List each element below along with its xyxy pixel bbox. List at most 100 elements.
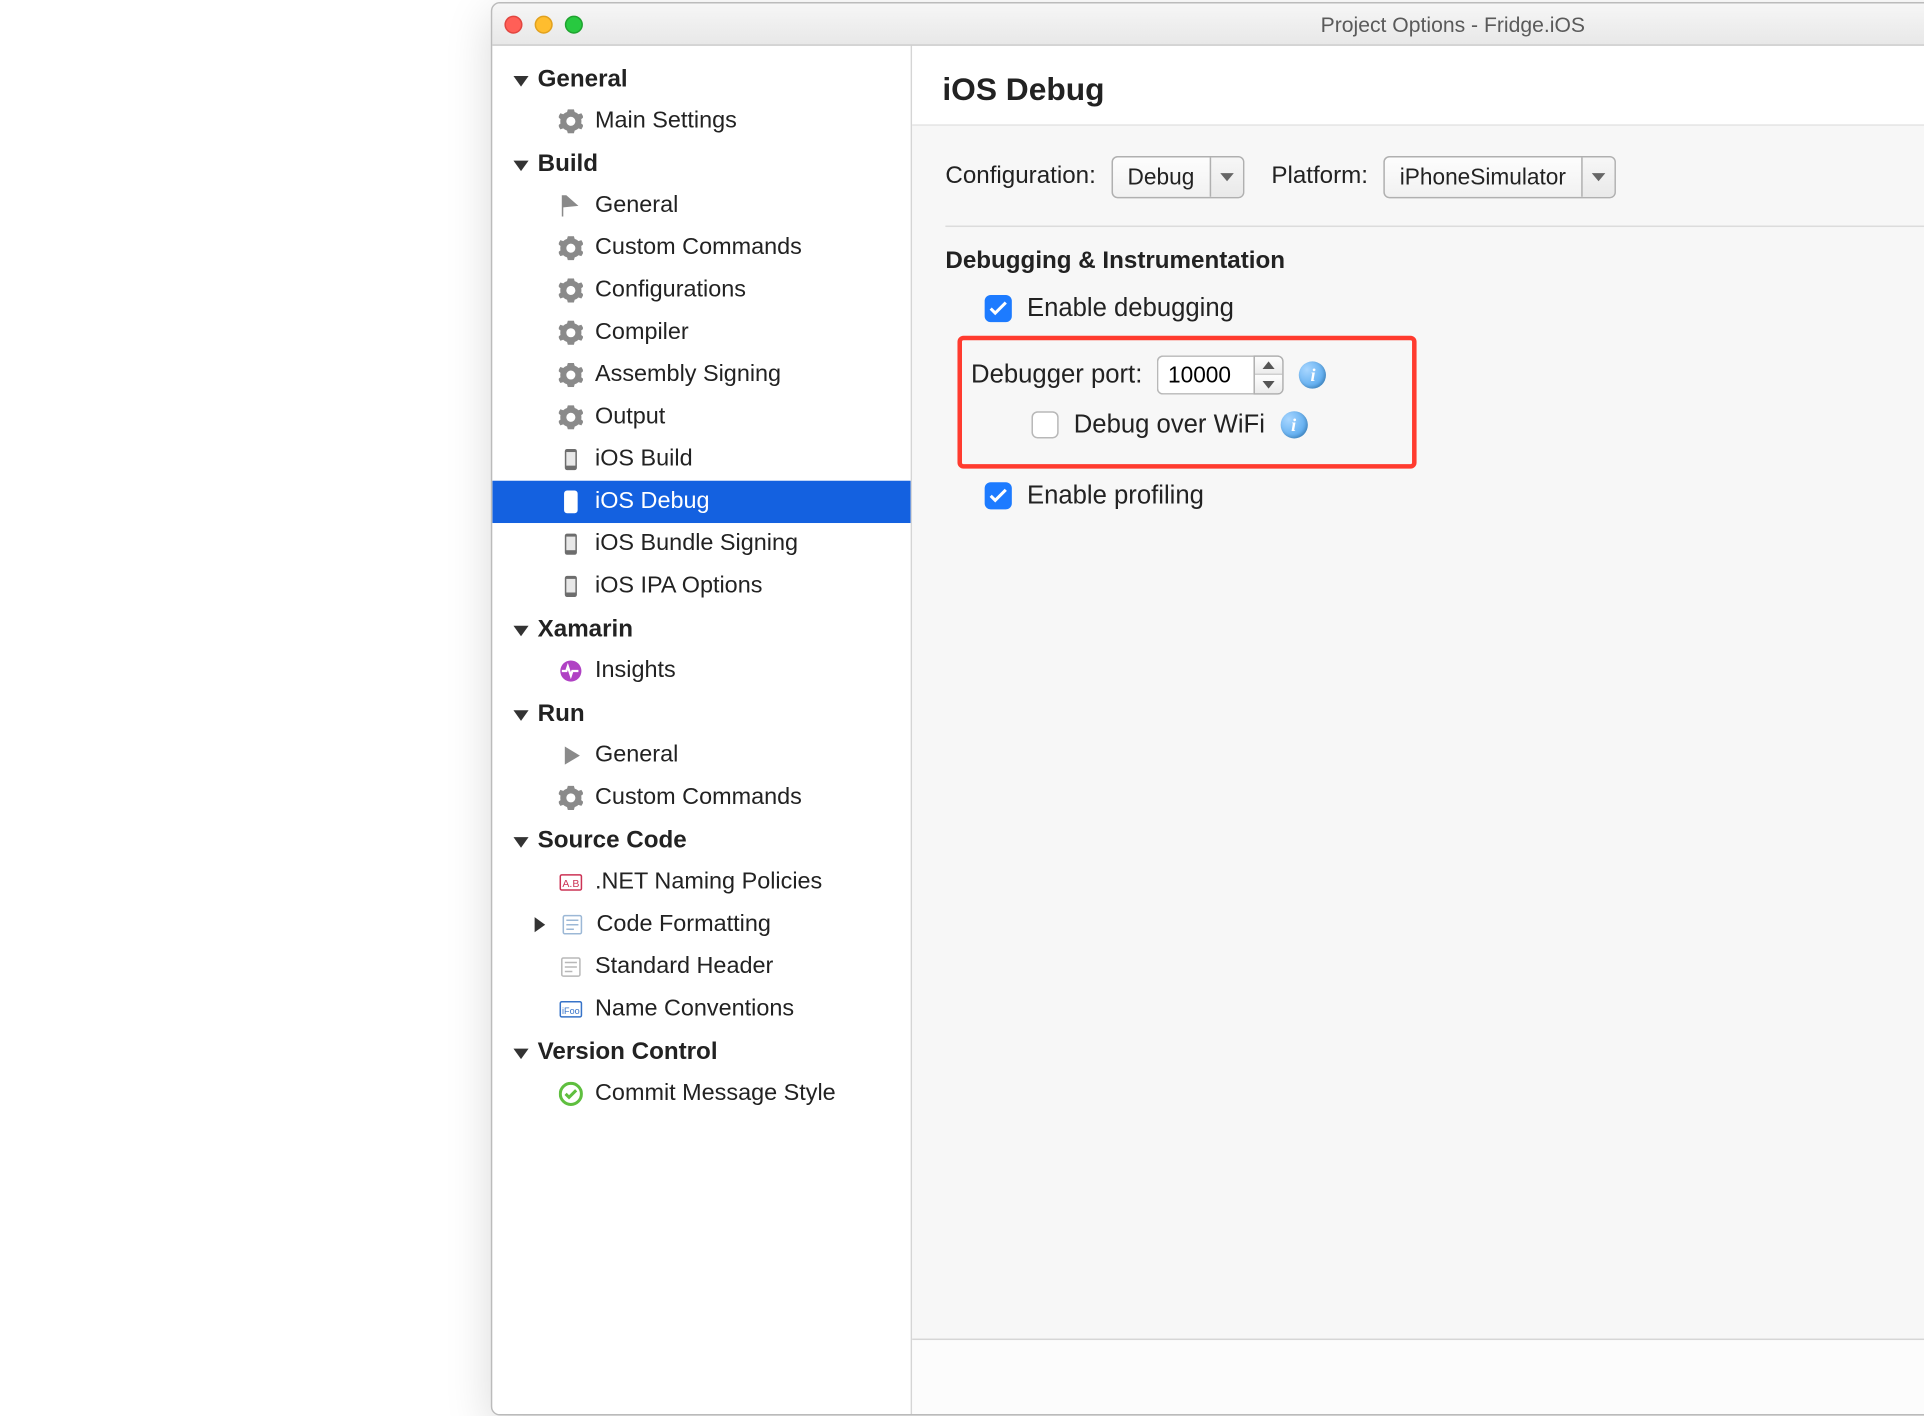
gear-icon bbox=[559, 109, 583, 133]
info-icon[interactable]: i bbox=[1280, 411, 1307, 438]
configuration-select[interactable]: Debug bbox=[1111, 156, 1244, 198]
sidebar-item-ios-build[interactable]: iOS Build bbox=[492, 438, 910, 480]
sidebar-item-label: iOS Build bbox=[595, 446, 693, 473]
flag-icon bbox=[559, 194, 583, 218]
project-options-window: Project Options - Fridge.iOS General Mai… bbox=[491, 2, 1924, 1416]
sidebar-item-label: Standard Header bbox=[595, 953, 773, 980]
debug-over-wifi-checkbox[interactable] bbox=[1031, 411, 1058, 438]
chevron-right-icon bbox=[535, 917, 546, 932]
sidebar: General Main Settings Build General Cust… bbox=[492, 46, 912, 1414]
sidebar-section-general[interactable]: General bbox=[492, 58, 910, 100]
sidebar-item-ios-bundle-signing[interactable]: iOS Bundle Signing bbox=[492, 523, 910, 565]
check-circle-icon bbox=[559, 1082, 583, 1106]
enable-debugging-row: Enable debugging bbox=[985, 293, 1924, 323]
section-label: Source Code bbox=[538, 828, 687, 855]
enable-profiling-row: Enable profiling bbox=[985, 481, 1924, 511]
sidebar-item-configurations[interactable]: Configurations bbox=[492, 269, 910, 311]
section-label: Run bbox=[538, 701, 585, 728]
pulse-icon bbox=[559, 659, 583, 683]
sidebar-item-label: Assembly Signing bbox=[595, 361, 781, 388]
footer: Cancel OK bbox=[912, 1339, 1924, 1415]
chevron-down-icon bbox=[513, 1048, 528, 1059]
document-icon bbox=[560, 913, 584, 937]
stepper-down-button[interactable] bbox=[1256, 375, 1283, 393]
debugger-port-input[interactable] bbox=[1157, 355, 1254, 394]
gear-icon bbox=[559, 236, 583, 260]
chevron-down-icon bbox=[513, 160, 528, 171]
platform-select[interactable]: iPhoneSimulator bbox=[1383, 156, 1616, 198]
gear-icon bbox=[559, 321, 583, 345]
enable-debugging-label: Enable debugging bbox=[1027, 293, 1234, 323]
sidebar-item-run-custom-commands[interactable]: Custom Commands bbox=[492, 777, 910, 819]
sidebar-item-commit-message-style[interactable]: Commit Message Style bbox=[492, 1073, 910, 1115]
sidebar-section-source-code[interactable]: Source Code bbox=[492, 819, 910, 861]
sidebar-item-custom-commands[interactable]: Custom Commands bbox=[492, 227, 910, 269]
enable-debugging-checkbox[interactable] bbox=[985, 295, 1012, 322]
sidebar-item-code-formatting[interactable]: Code Formatting bbox=[492, 904, 910, 946]
enable-profiling-label: Enable profiling bbox=[1027, 481, 1204, 511]
phone-icon bbox=[559, 532, 583, 556]
stepper-up-button[interactable] bbox=[1256, 357, 1283, 375]
svg-text:A.B: A.B bbox=[562, 878, 579, 890]
chevron-down-icon bbox=[513, 625, 528, 636]
sidebar-item-label: Output bbox=[595, 404, 665, 431]
chevron-down-icon bbox=[513, 836, 528, 847]
titlebar: Project Options - Fridge.iOS bbox=[492, 4, 1924, 46]
debugger-port-row: Debugger port: i bbox=[971, 355, 1403, 394]
phone-icon bbox=[559, 574, 583, 598]
sidebar-section-run[interactable]: Run bbox=[492, 692, 910, 734]
sidebar-item-label: General bbox=[595, 742, 678, 769]
sidebar-item-label: .NET Naming Policies bbox=[595, 869, 822, 896]
sidebar-item-ios-ipa-options[interactable]: iOS IPA Options bbox=[492, 565, 910, 607]
sidebar-item-compiler[interactable]: Compiler bbox=[492, 312, 910, 354]
main-content: Configuration: Debug Platform: iPhoneSim… bbox=[912, 126, 1924, 1339]
sidebar-item-label: Code Formatting bbox=[597, 911, 771, 938]
sidebar-item-output[interactable]: Output bbox=[492, 396, 910, 438]
debug-over-wifi-row: Debug over WiFi i bbox=[1031, 410, 1403, 440]
sidebar-item-label: Commit Message Style bbox=[595, 1080, 836, 1107]
main-header: iOS Debug bbox=[912, 46, 1924, 126]
section-label: Version Control bbox=[538, 1040, 718, 1067]
sidebar-item-insights[interactable]: Insights bbox=[492, 650, 910, 692]
sidebar-item-name-conventions[interactable]: iFoo Name Conventions bbox=[492, 988, 910, 1030]
sidebar-section-xamarin[interactable]: Xamarin bbox=[492, 608, 910, 650]
sidebar-item-run-general[interactable]: General bbox=[492, 734, 910, 776]
page-title: iOS Debug bbox=[942, 73, 1924, 109]
config-row: Configuration: Debug Platform: iPhoneSim… bbox=[945, 156, 1924, 227]
phone-icon bbox=[559, 490, 583, 514]
sidebar-item-net-naming-policies[interactable]: A.B .NET Naming Policies bbox=[492, 861, 910, 903]
configuration-label: Configuration: bbox=[945, 164, 1095, 191]
sidebar-section-version-control[interactable]: Version Control bbox=[492, 1030, 910, 1072]
sidebar-item-label: Custom Commands bbox=[595, 784, 802, 811]
sidebar-section-build[interactable]: Build bbox=[492, 142, 910, 184]
sidebar-item-label: iOS IPA Options bbox=[595, 573, 762, 600]
sidebar-item-build-general[interactable]: General bbox=[492, 185, 910, 227]
abox-icon: A.B bbox=[559, 870, 583, 894]
sidebar-item-label: Configurations bbox=[595, 277, 746, 304]
sidebar-item-label: Main Settings bbox=[595, 108, 737, 135]
chevron-down-icon bbox=[1581, 158, 1614, 197]
svg-text:iFoo: iFoo bbox=[562, 1006, 580, 1016]
sidebar-item-label: Custom Commands bbox=[595, 235, 802, 262]
sidebar-item-label: iOS Debug bbox=[595, 488, 710, 515]
debugger-port-label: Debugger port: bbox=[971, 360, 1142, 390]
gear-icon bbox=[559, 363, 583, 387]
phone-icon bbox=[559, 448, 583, 472]
chevron-down-icon bbox=[513, 710, 528, 721]
sidebar-item-standard-header[interactable]: Standard Header bbox=[492, 946, 910, 988]
sidebar-item-ios-debug[interactable]: iOS Debug bbox=[492, 481, 910, 523]
sidebar-item-label: Insights bbox=[595, 657, 676, 684]
sidebar-item-assembly-signing[interactable]: Assembly Signing bbox=[492, 354, 910, 396]
window-title: Project Options - Fridge.iOS bbox=[492, 12, 1924, 36]
debug-over-wifi-label: Debug over WiFi bbox=[1074, 410, 1265, 440]
enable-profiling-checkbox[interactable] bbox=[985, 482, 1012, 509]
sidebar-item-label: Compiler bbox=[595, 319, 689, 346]
gear-icon bbox=[559, 786, 583, 810]
platform-label: Platform: bbox=[1271, 164, 1368, 191]
section-label: Xamarin bbox=[538, 617, 633, 644]
info-icon[interactable]: i bbox=[1299, 361, 1326, 388]
gear-icon bbox=[559, 405, 583, 429]
chevron-down-icon bbox=[513, 75, 528, 86]
main-panel: iOS Debug Configuration: Debug Platform:… bbox=[912, 46, 1924, 1414]
sidebar-item-main-settings[interactable]: Main Settings bbox=[492, 100, 910, 142]
